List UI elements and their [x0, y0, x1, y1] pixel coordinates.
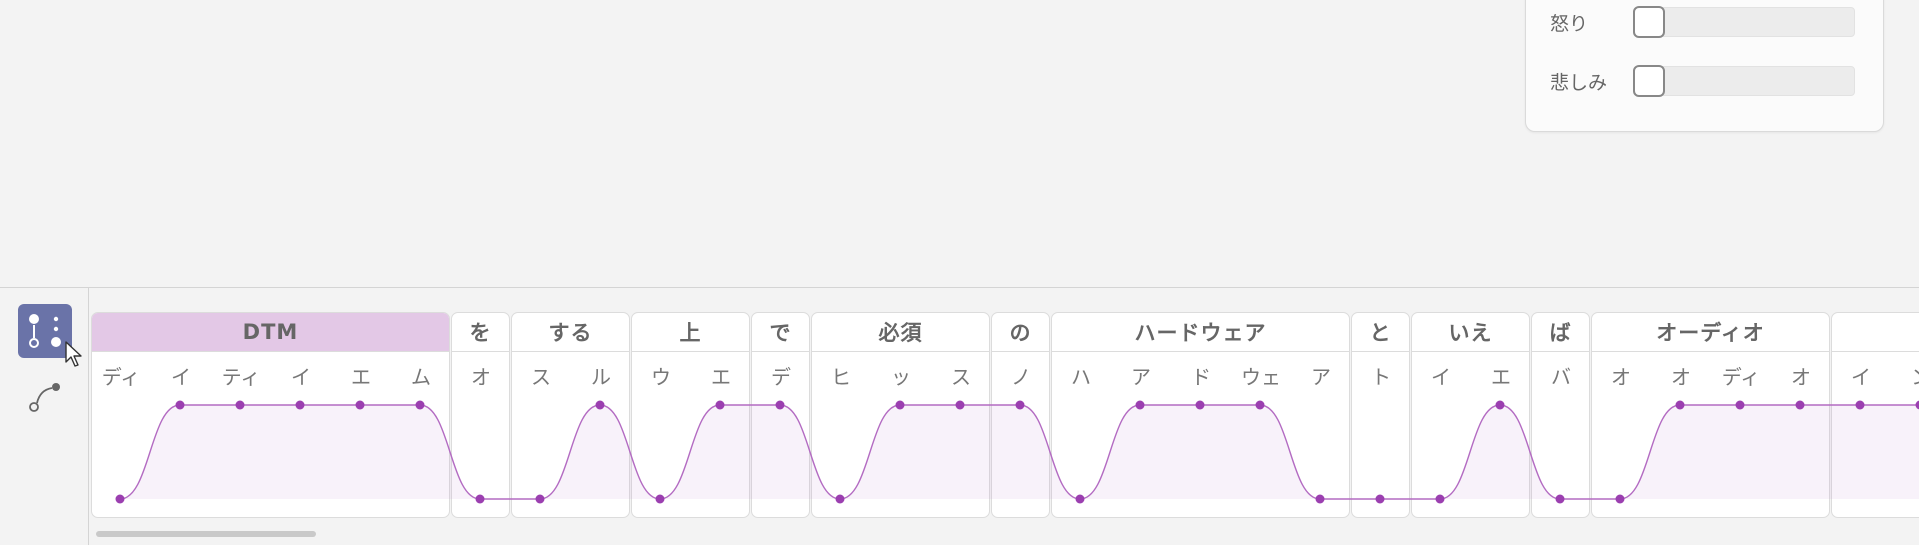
emotion-slider-sadness[interactable]	[1633, 66, 1855, 96]
pitch-point[interactable]	[416, 401, 425, 410]
pitch-point[interactable]	[836, 495, 845, 504]
pitch-point[interactable]	[176, 401, 185, 410]
pitch-point[interactable]	[1196, 401, 1205, 410]
mouse-cursor-icon	[64, 340, 84, 370]
pitch-point[interactable]	[1076, 495, 1085, 504]
pitch-point[interactable]	[1256, 401, 1265, 410]
curve-tool-button[interactable]	[18, 368, 72, 422]
pitch-point[interactable]	[296, 401, 305, 410]
slider-thumb[interactable]	[1633, 6, 1665, 38]
pitch-point[interactable]	[1856, 401, 1865, 410]
pitch-point[interactable]	[1436, 495, 1445, 504]
pitch-point[interactable]	[356, 401, 365, 410]
pitch-point[interactable]	[1796, 401, 1805, 410]
pitch-point[interactable]	[596, 401, 605, 410]
pitch-editor: DTMディイティイエムをオするスル上ウエでデ必須ヒッスのノハードウェアハアドウェ…	[0, 287, 1919, 545]
pitch-point[interactable]	[1316, 495, 1325, 504]
pitch-point[interactable]	[776, 401, 785, 410]
pitch-point[interactable]	[1676, 401, 1685, 410]
pitch-point[interactable]	[956, 401, 965, 410]
pitch-point[interactable]	[1376, 495, 1385, 504]
pitch-point[interactable]	[716, 401, 725, 410]
pitch-point[interactable]	[116, 495, 125, 504]
pitch-point[interactable]	[476, 495, 485, 504]
emotion-label-sadness: 悲しみ	[1550, 68, 1633, 95]
pitch-point[interactable]	[1016, 401, 1025, 410]
pitch-curve	[91, 288, 1919, 518]
tool-palette	[0, 288, 89, 545]
pitch-point[interactable]	[1616, 495, 1625, 504]
slider-thumb[interactable]	[1633, 65, 1665, 97]
pitch-point[interactable]	[1496, 401, 1505, 410]
emotion-row-anger: 怒り	[1550, 2, 1855, 42]
pitch-point[interactable]	[236, 401, 245, 410]
pitch-point[interactable]	[536, 495, 545, 504]
pitch-point[interactable]	[896, 401, 905, 410]
accent-phrase-track: DTMディイティイエムをオするスル上ウエでデ必須ヒッスのノハードウェアハアドウェ…	[91, 288, 1919, 518]
emotion-label-anger: 怒り	[1550, 9, 1633, 36]
emotion-slider-anger[interactable]	[1633, 7, 1855, 37]
pitch-point[interactable]	[656, 495, 665, 504]
pitch-point[interactable]	[1556, 495, 1565, 504]
horizontal-scrollbar[interactable]	[96, 531, 316, 537]
emotion-panel: 怒り 悲しみ	[1525, 0, 1884, 132]
pitch-area	[120, 405, 1919, 499]
pitch-point[interactable]	[1136, 401, 1145, 410]
emotion-row-sadness: 悲しみ	[1550, 61, 1855, 101]
pitch-point[interactable]	[1736, 401, 1745, 410]
curve-draw-icon	[18, 368, 72, 422]
main-top-area: 怒り 悲しみ	[0, 0, 1919, 287]
